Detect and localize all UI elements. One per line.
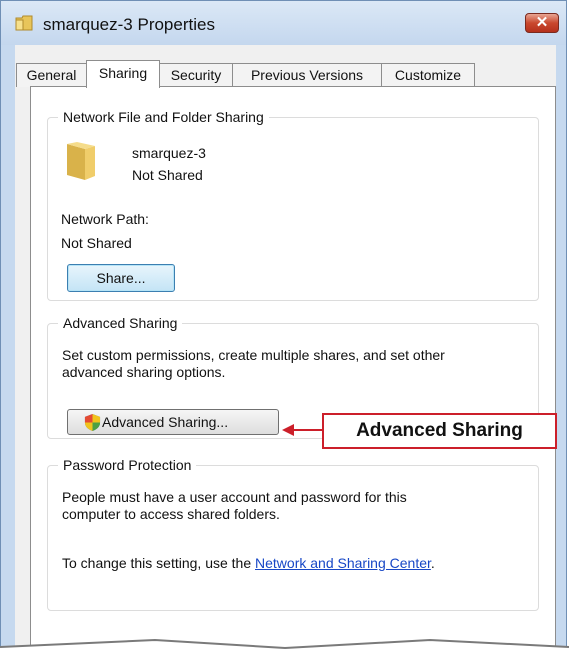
folder-icon bbox=[15, 15, 33, 31]
close-icon: ✕ bbox=[535, 14, 549, 31]
close-button[interactable]: ✕ bbox=[525, 13, 559, 33]
group-title: Advanced Sharing bbox=[58, 314, 183, 332]
network-sharing-center-link[interactable]: Network and Sharing Center bbox=[255, 555, 431, 571]
network-path-value: Not Shared bbox=[61, 235, 132, 251]
share-button[interactable]: Share... bbox=[67, 264, 175, 292]
folder-share-status: Not Shared bbox=[132, 167, 203, 183]
advanced-sharing-callout: Advanced Sharing bbox=[322, 413, 557, 449]
window-title: smarquez-3 Properties bbox=[43, 15, 215, 34]
tab-general[interactable]: General bbox=[16, 63, 87, 87]
torn-edge bbox=[0, 638, 569, 649]
tab-previous-versions[interactable]: Previous Versions bbox=[232, 63, 382, 87]
sharing-tab-panel: Network File and Folder Sharing smarquez… bbox=[30, 86, 556, 649]
network-path-label: Network Path: bbox=[61, 211, 149, 227]
folder-name: smarquez-3 bbox=[132, 145, 206, 161]
password-protection-text: computer to access shared folders. bbox=[62, 506, 280, 522]
title-bar[interactable]: smarquez-3 Properties ✕ bbox=[1, 1, 566, 45]
callout-arrow bbox=[292, 429, 322, 431]
advanced-sharing-description: Set custom permissions, create multiple … bbox=[62, 347, 445, 363]
tab-customize[interactable]: Customize bbox=[381, 63, 475, 87]
password-protection-group: Password Protection People must have a u… bbox=[47, 456, 539, 611]
advanced-sharing-description: advanced sharing options. bbox=[62, 364, 226, 380]
folder-icon bbox=[67, 142, 95, 180]
password-protection-text: People must have a user account and pass… bbox=[62, 489, 407, 505]
advanced-sharing-button[interactable]: Advanced Sharing... bbox=[67, 409, 279, 435]
group-title: Password Protection bbox=[58, 456, 197, 474]
uac-shield-icon bbox=[84, 414, 101, 431]
tab-security[interactable]: Security bbox=[159, 63, 233, 87]
advanced-sharing-button-label: Advanced Sharing... bbox=[102, 414, 229, 430]
group-title: Network File and Folder Sharing bbox=[58, 108, 269, 126]
callout-arrow-head bbox=[282, 424, 294, 436]
change-setting-text: To change this setting, use the Network … bbox=[62, 555, 435, 571]
network-sharing-group: Network File and Folder Sharing smarquez… bbox=[47, 108, 539, 301]
tab-sharing[interactable]: Sharing bbox=[86, 60, 160, 88]
